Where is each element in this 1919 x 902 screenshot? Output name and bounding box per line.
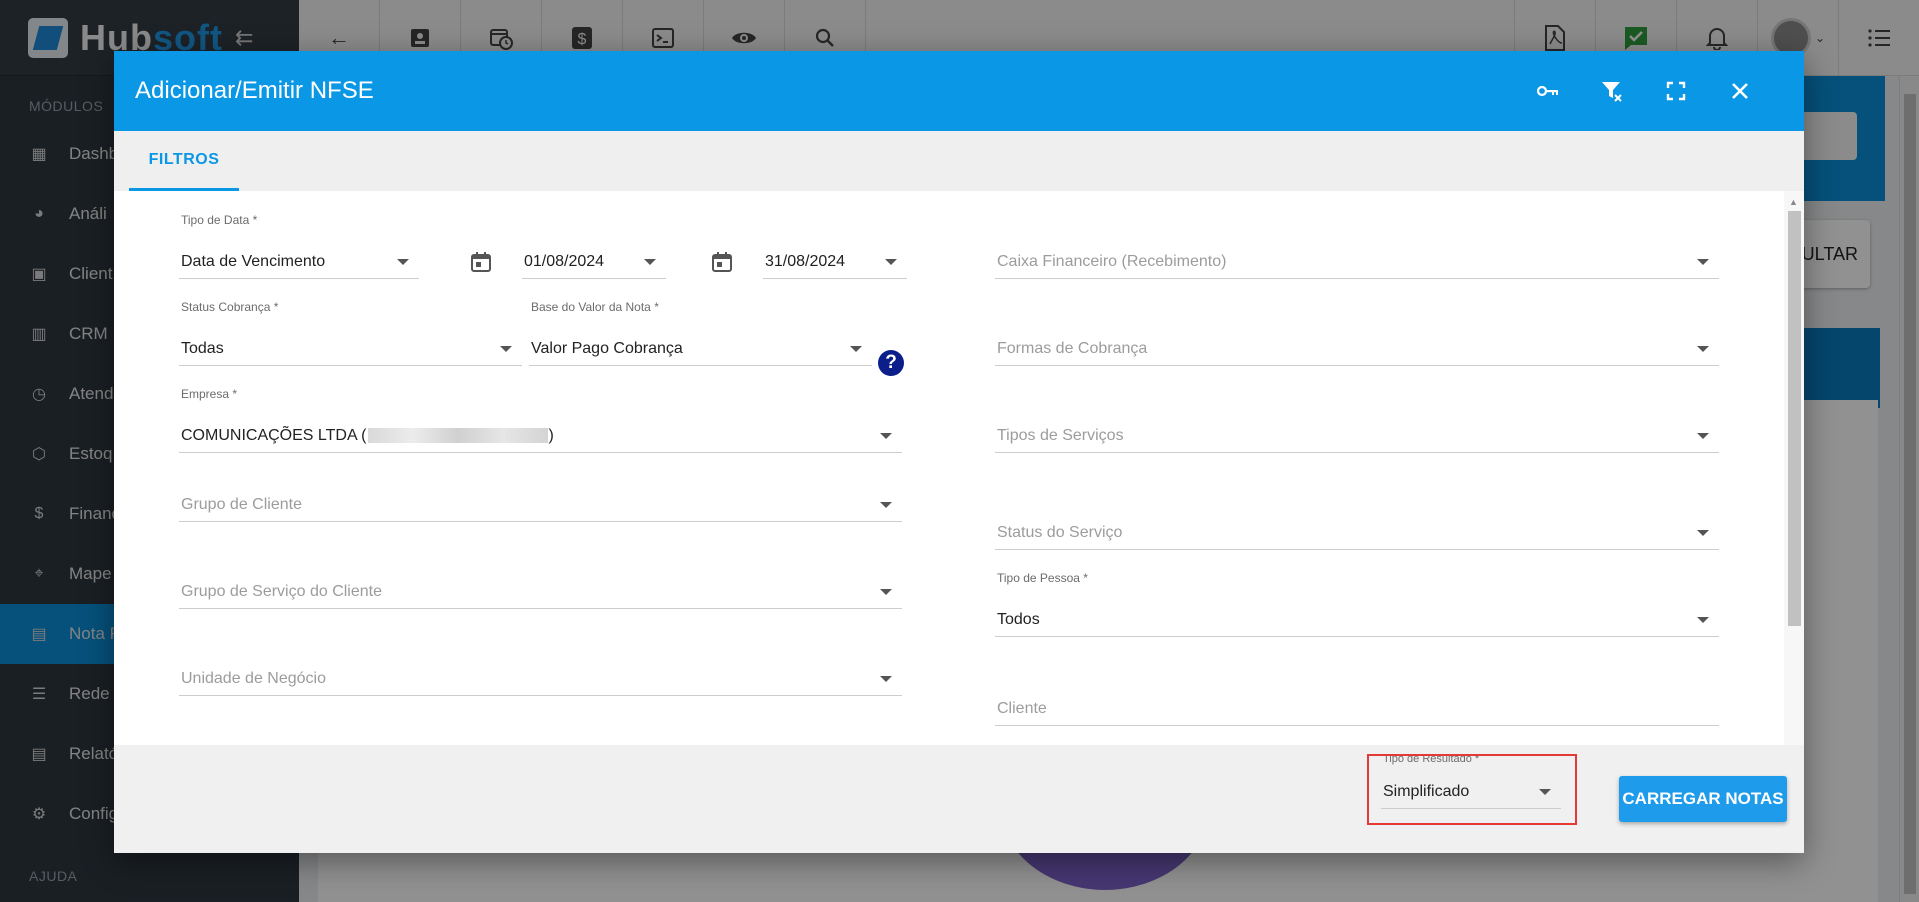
chevron-down-icon: [1697, 259, 1709, 265]
grupo-servico-placeholder: Grupo de Serviço do Cliente: [181, 583, 382, 600]
redacted-cnpj: [367, 428, 548, 444]
caixa-financeiro-placeholder: Caixa Financeiro (Recebimento): [997, 253, 1227, 270]
chevron-down-icon: [880, 676, 892, 682]
empresa-value: COMUNICAÇÕES LTDA (): [181, 427, 554, 445]
grupo-cliente-select[interactable]: Grupo de Cliente: [179, 481, 902, 522]
chevron-down-icon: [880, 589, 892, 595]
empresa-name: COMUNICAÇÕES LTDA (: [181, 427, 367, 444]
formas-cobranca-select[interactable]: Formas de Cobrança: [995, 325, 1719, 366]
cliente-placeholder: Cliente: [997, 700, 1047, 717]
dialog-scrollbar-thumb[interactable]: [1788, 211, 1801, 626]
base-valor-label: Base do Valor da Nota *: [531, 300, 659, 314]
filter-remove-icon: [1602, 82, 1622, 102]
chevron-down-icon: [885, 259, 897, 265]
base-valor-select[interactable]: Base do Valor da Nota * Valor Pago Cobra…: [529, 300, 872, 366]
load-notes-button[interactable]: CARREGAR NOTAS: [1619, 776, 1787, 822]
fullscreen-icon: [1666, 81, 1686, 101]
empresa-label: Empresa *: [181, 387, 238, 401]
chevron-down-icon: [500, 346, 512, 352]
dialog-scrollbar[interactable]: ▲: [1784, 191, 1804, 745]
dialog-actions: [1516, 69, 1772, 113]
grupo-cliente-placeholder: Grupo de Cliente: [181, 496, 302, 513]
key-icon: [1536, 85, 1558, 97]
tipos-servicos-select[interactable]: Tipos de Serviços: [995, 412, 1719, 453]
tipo-data-select[interactable]: Tipo de Data * Data de Vencimento: [179, 213, 419, 279]
highlight-box: [1367, 754, 1577, 825]
nfse-dialog: Adicionar/Emitir NFSE FILTROS Tipo de Da…: [114, 51, 1804, 853]
filters-form: Tipo de Data * Data de Vencimento 01/08/…: [114, 191, 1784, 745]
close-button[interactable]: [1708, 69, 1772, 113]
status-cobranca-label: Status Cobrança *: [181, 300, 279, 314]
empresa-select[interactable]: Empresa * COMUNICAÇÕES LTDA (): [179, 387, 902, 453]
tab-filtros[interactable]: FILTROS: [129, 131, 239, 191]
tipo-pessoa-select[interactable]: Tipo de Pessoa * Todos: [995, 571, 1719, 637]
chevron-down-icon: [880, 502, 892, 508]
status-servico-select[interactable]: Status do Serviço: [995, 509, 1719, 550]
tipo-data-value: Data de Vencimento: [181, 253, 326, 270]
chevron-down-icon: [1697, 433, 1709, 439]
close-icon: [1732, 83, 1748, 99]
date-end-value: 31/08/2024: [765, 253, 846, 270]
calendar-icon[interactable]: [469, 250, 493, 274]
date-start-field[interactable]: 01/08/2024: [522, 238, 666, 279]
dialog-header: Adicionar/Emitir NFSE: [114, 51, 1804, 131]
date-end-field[interactable]: 31/08/2024: [763, 238, 907, 279]
chevron-down-icon: [397, 259, 409, 265]
dialog-title: Adicionar/Emitir NFSE: [135, 77, 374, 104]
tipo-pessoa-label: Tipo de Pessoa *: [997, 571, 1088, 585]
key-button[interactable]: [1516, 69, 1580, 113]
date-start-value: 01/08/2024: [524, 253, 605, 270]
unidade-negocio-select[interactable]: Unidade de Negócio: [179, 655, 902, 696]
tipos-servicos-placeholder: Tipos de Serviços: [997, 427, 1124, 444]
unidade-negocio-placeholder: Unidade de Negócio: [181, 670, 326, 687]
chevron-down-icon: [1697, 346, 1709, 352]
chevron-down-icon: [850, 346, 862, 352]
fullscreen-button[interactable]: [1644, 69, 1708, 113]
tipo-pessoa-value: Todos: [997, 611, 1040, 628]
chevron-down-icon: [1697, 617, 1709, 623]
scroll-up-icon[interactable]: ▲: [1789, 197, 1798, 207]
base-valor-value: Valor Pago Cobrança: [531, 340, 683, 357]
status-cobranca-select[interactable]: Status Cobrança * Todas: [179, 300, 522, 366]
help-icon[interactable]: ?: [878, 350, 904, 376]
cliente-input[interactable]: Cliente: [995, 685, 1719, 726]
chevron-down-icon: [880, 433, 892, 439]
dialog-tabs: FILTROS: [114, 131, 1804, 191]
status-cobranca-value: Todas: [181, 340, 224, 357]
chevron-down-icon: [644, 259, 656, 265]
status-servico-placeholder: Status do Serviço: [997, 524, 1123, 541]
caixa-financeiro-select[interactable]: Caixa Financeiro (Recebimento): [995, 238, 1719, 279]
grupo-servico-select[interactable]: Grupo de Serviço do Cliente: [179, 568, 902, 609]
chevron-down-icon: [1697, 530, 1709, 536]
clear-filters-button[interactable]: [1580, 69, 1644, 113]
tipo-data-label: Tipo de Data *: [181, 213, 258, 227]
formas-cobranca-placeholder: Formas de Cobrança: [997, 340, 1148, 357]
empresa-suffix: ): [548, 427, 554, 444]
calendar-icon[interactable]: [710, 250, 734, 274]
